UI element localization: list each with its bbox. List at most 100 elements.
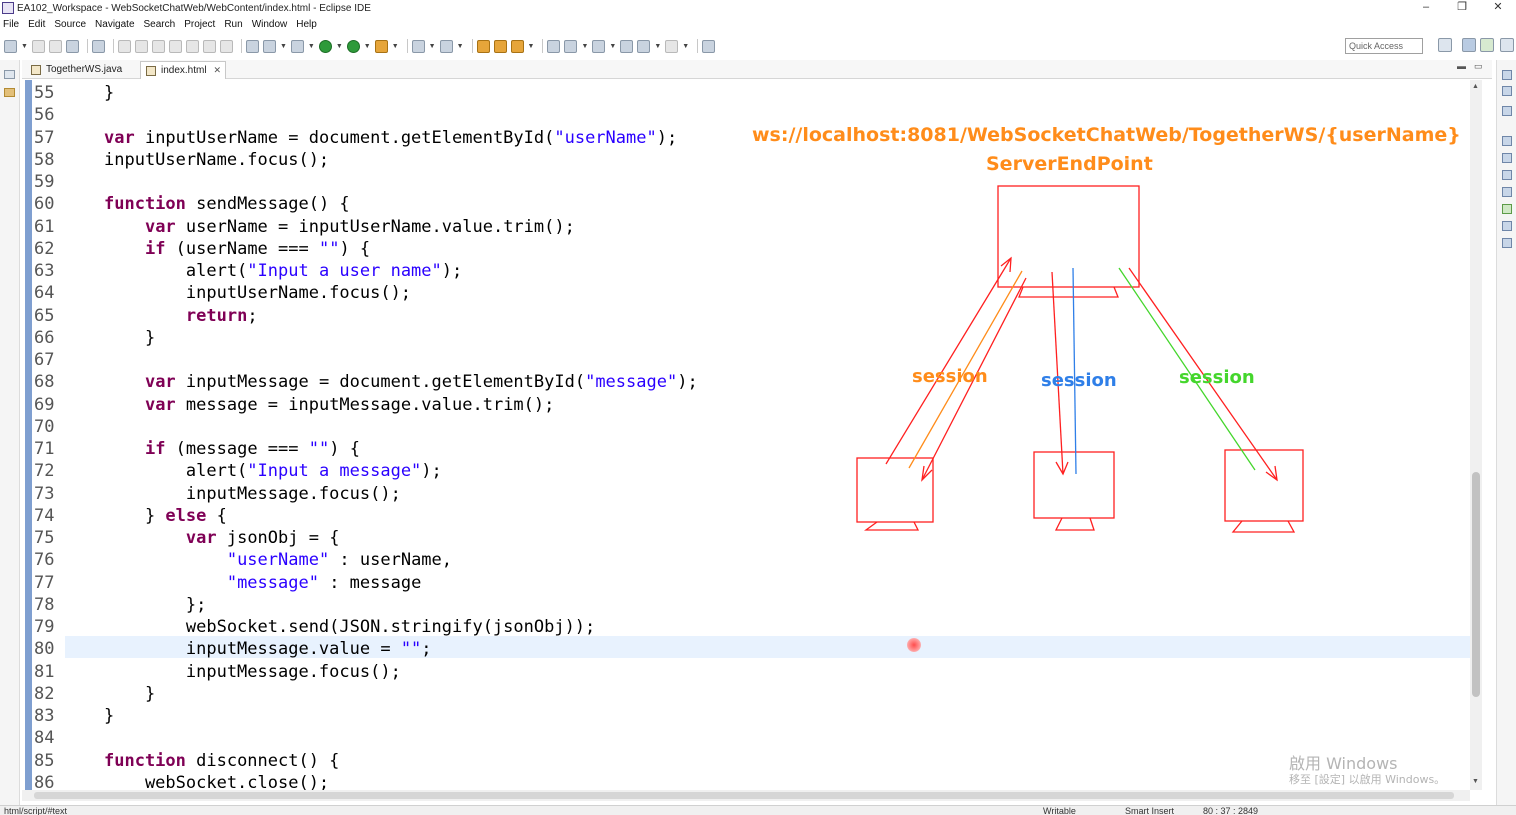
debug-dropdown-icon[interactable]: ▼ [308, 43, 315, 50]
menu-navigate[interactable]: Navigate [95, 19, 134, 30]
build-icon[interactable] [262, 39, 276, 53]
code-text: inputMessage.value = ""; [104, 639, 432, 660]
disconnect-icon[interactable] [168, 39, 182, 53]
markers-icon[interactable] [1502, 153, 1512, 163]
toggle-block-icon[interactable] [245, 39, 259, 53]
prev-annotation-dropdown-icon[interactable]: ▼ [609, 43, 616, 50]
code-text: alert("Input a message"); [104, 461, 442, 482]
forward-icon[interactable] [665, 39, 679, 53]
change-ruler [25, 80, 32, 790]
coverage-icon[interactable] [346, 39, 360, 53]
back-dropdown-icon[interactable]: ▼ [654, 43, 661, 50]
new-class-dropdown-icon[interactable]: ▼ [457, 43, 464, 50]
menu-file[interactable]: File [3, 19, 19, 30]
restore-view-icon[interactable] [1502, 70, 1512, 80]
search-dropdown-icon[interactable]: ▼ [528, 43, 535, 50]
quick-access-field[interactable]: Quick Access [1345, 38, 1423, 54]
open-perspective-icon[interactable] [1438, 38, 1452, 52]
data-source-icon[interactable] [1502, 204, 1512, 214]
build-dropdown-icon[interactable]: ▼ [280, 43, 287, 50]
activate-windows-hint: 移至 [設定] 以啟用 Windows。 [1289, 773, 1446, 786]
line-number: 74 [34, 505, 55, 526]
menu-window[interactable]: Window [252, 19, 288, 30]
code-editor[interactable]: 55} 56 57 var inputUserName = document.getE… [22, 80, 1470, 790]
restore-view-icon[interactable] [4, 70, 15, 79]
step-return-icon[interactable] [219, 39, 233, 53]
editor-horizontal-scrollbar[interactable] [22, 790, 1470, 801]
scroll-thumb[interactable] [34, 792, 1454, 799]
code-text: var inputMessage = document.getElementBy… [144, 372, 698, 393]
resume-icon[interactable] [117, 39, 131, 53]
external-tools-dropdown-icon[interactable]: ▼ [392, 43, 399, 50]
tab-togetherws-java[interactable]: TogetherWS.java [26, 61, 138, 79]
line-number: 71 [34, 439, 55, 459]
step-over-icon[interactable] [202, 39, 216, 53]
prev-annotation-icon[interactable] [592, 39, 606, 53]
web-browser-icon[interactable] [547, 39, 561, 53]
line-number: 59 [34, 172, 55, 192]
properties-icon[interactable] [1502, 170, 1512, 180]
html-file-icon [146, 66, 156, 76]
menu-help[interactable]: Help [296, 19, 317, 30]
new-icon[interactable] [4, 39, 17, 53]
servers-icon[interactable] [1502, 187, 1512, 197]
annotation-icon[interactable] [564, 39, 578, 53]
menu-source[interactable]: Source [54, 19, 86, 30]
menu-run[interactable]: Run [224, 19, 242, 30]
back-icon[interactable] [637, 39, 651, 53]
open-type-icon[interactable] [476, 39, 490, 53]
last-edit-icon[interactable] [620, 39, 634, 53]
new-dropdown-icon[interactable]: ▼ [21, 43, 28, 50]
menu-edit[interactable]: Edit [28, 19, 45, 30]
pin-editor-icon[interactable] [702, 39, 716, 53]
code-text: var inputUserName = document.getElementB… [104, 127, 678, 148]
external-tools-icon[interactable] [374, 39, 388, 53]
code-text: if (userName === "") { [144, 238, 371, 259]
coverage-dropdown-icon[interactable]: ▼ [364, 43, 371, 50]
save-all-icon[interactable] [48, 39, 62, 53]
new-server-dropdown-icon[interactable]: ▼ [429, 43, 436, 50]
snippets-icon[interactable] [1502, 221, 1512, 231]
minimize-view-icon[interactable]: ▬ [1457, 61, 1466, 71]
debug-perspective-icon[interactable] [1480, 38, 1494, 52]
run-icon[interactable] [318, 39, 332, 53]
forward-dropdown-icon[interactable]: ▼ [682, 43, 689, 50]
open-console-icon[interactable] [65, 39, 79, 53]
run-dropdown-icon[interactable]: ▼ [336, 43, 343, 50]
scroll-thumb[interactable] [1472, 472, 1480, 697]
project-explorer-icon[interactable] [4, 88, 15, 97]
open-task-icon[interactable] [493, 39, 507, 53]
menu-project[interactable]: Project [184, 19, 215, 30]
maximize-view-icon[interactable]: ▭ [1474, 61, 1483, 72]
console-icon[interactable] [1502, 238, 1512, 248]
suspend-icon[interactable] [134, 39, 148, 53]
minimize-button[interactable]: – [1408, 0, 1444, 16]
task-list-icon[interactable] [1502, 106, 1512, 116]
step-into-icon[interactable] [185, 39, 199, 53]
tab-index-html[interactable]: index.html ✕ [140, 61, 226, 79]
java-ee-perspective-icon[interactable] [1462, 38, 1476, 52]
title-bar: EA102_Workspace - WebSocketChatWeb/WebCo… [0, 0, 1516, 16]
close-tab-icon[interactable]: ✕ [213, 62, 221, 79]
skip-breakpoints-icon[interactable] [91, 39, 105, 53]
menu-search[interactable]: Search [144, 19, 176, 30]
close-button[interactable]: ✕ [1480, 0, 1516, 16]
line-number: 64 [34, 283, 55, 304]
new-server-icon[interactable] [411, 39, 425, 53]
search-icon[interactable] [510, 39, 524, 53]
annotation-dropdown-icon[interactable]: ▼ [581, 43, 588, 50]
scroll-up-icon[interactable]: ▲ [1472, 83, 1479, 90]
restore-view-icon[interactable] [1502, 136, 1512, 146]
line-number: 57 [34, 127, 55, 148]
restore-button[interactable]: ❐ [1444, 0, 1480, 16]
debug-icon[interactable] [290, 39, 304, 53]
new-class-icon[interactable] [439, 39, 453, 53]
outline-icon[interactable] [1502, 86, 1512, 96]
toolbar-separator [471, 39, 473, 53]
scroll-down-icon[interactable]: ▼ [1472, 778, 1479, 785]
terminate-icon[interactable] [151, 39, 165, 53]
save-icon[interactable] [31, 39, 45, 53]
code-text: webSocket.send(JSON.stringify(jsonObj)); [104, 617, 596, 637]
editor-vertical-scrollbar[interactable]: ▲ ▼ [1470, 80, 1482, 790]
java-perspective-icon[interactable] [1500, 38, 1514, 52]
